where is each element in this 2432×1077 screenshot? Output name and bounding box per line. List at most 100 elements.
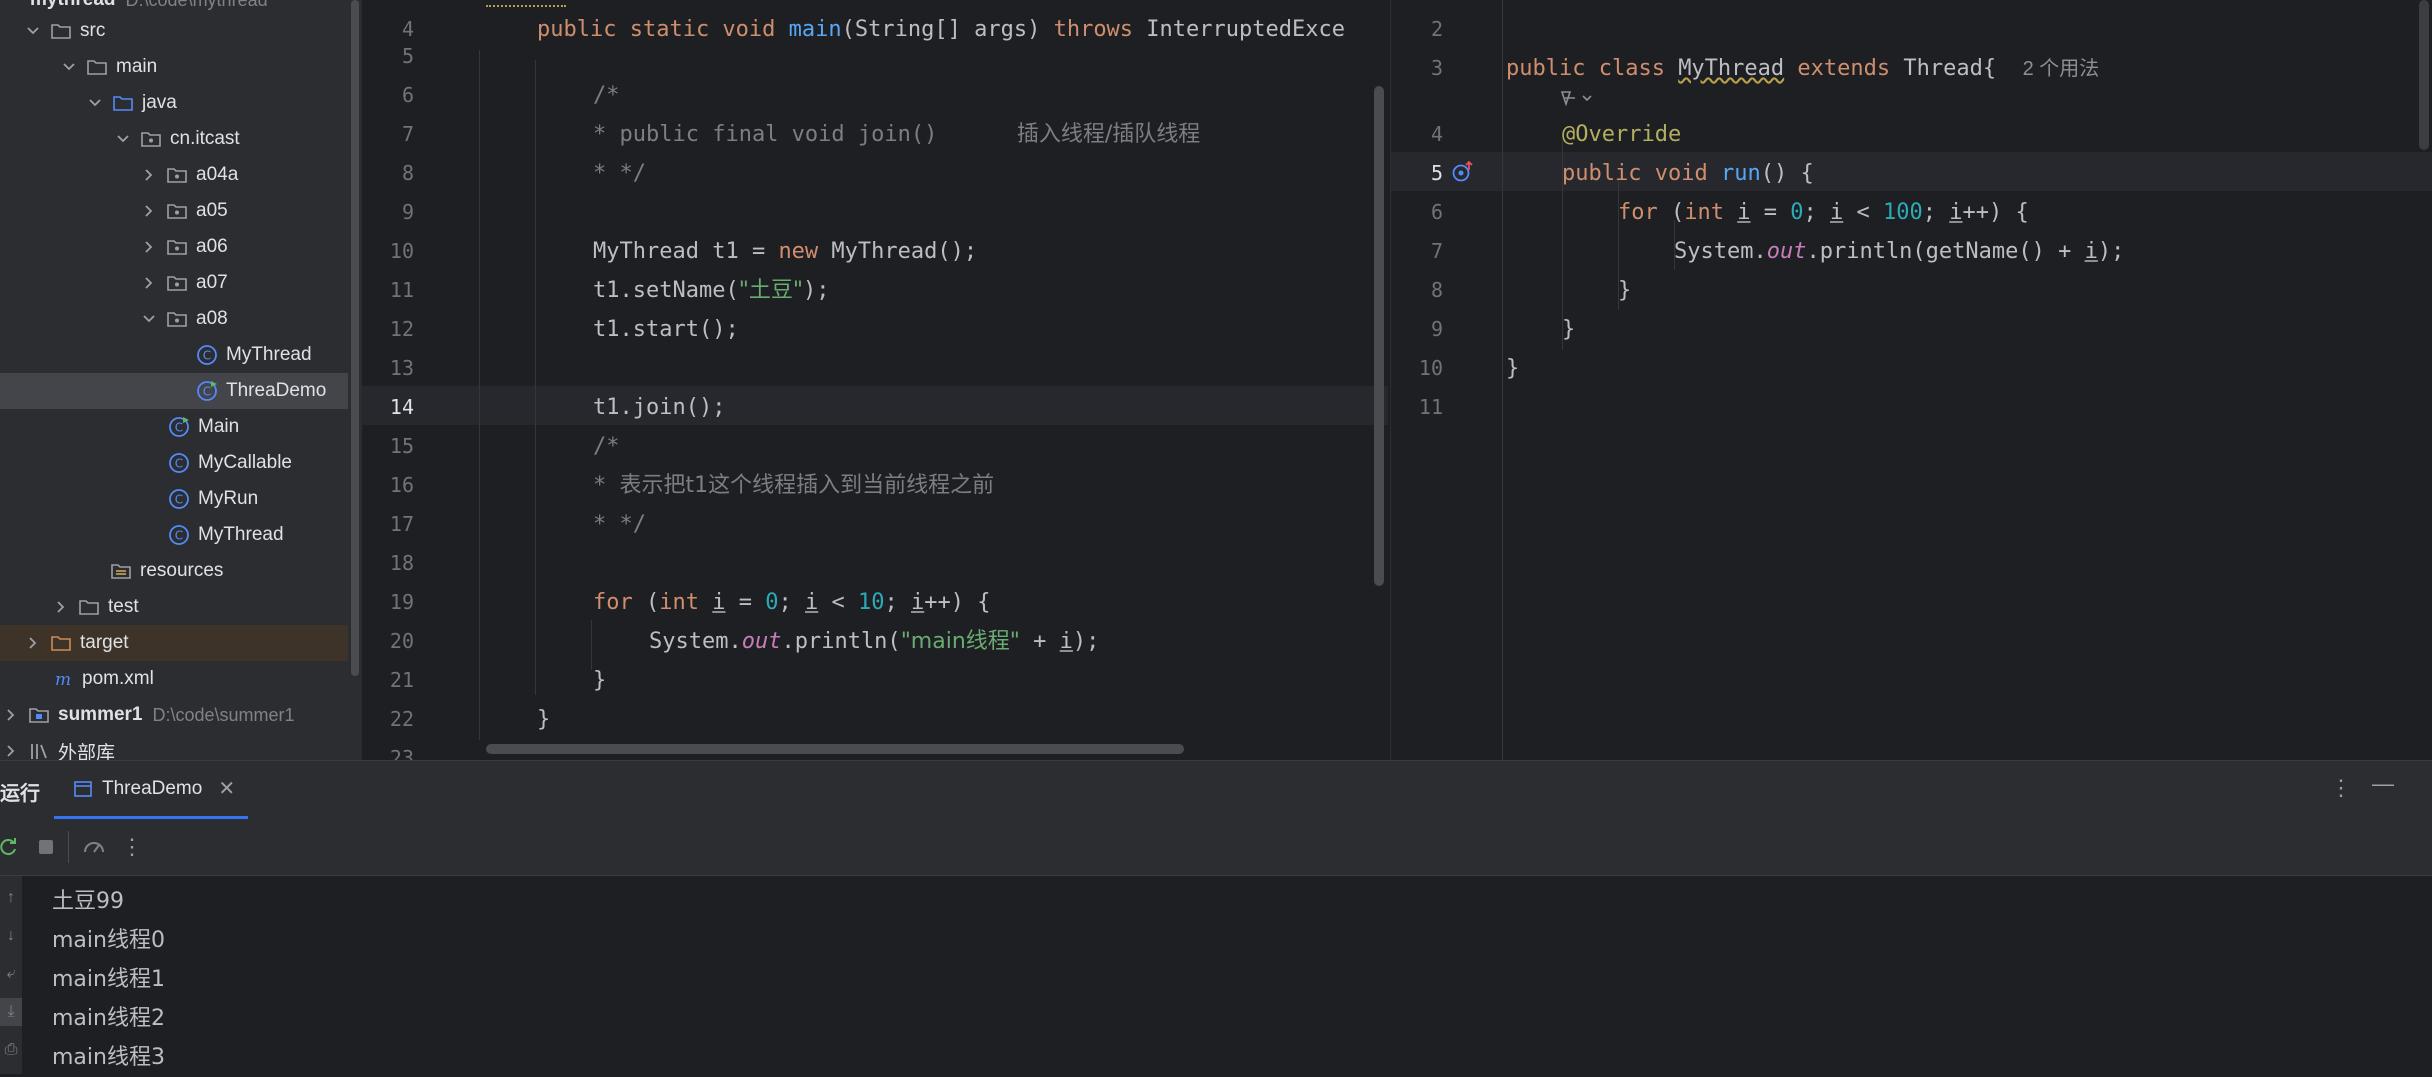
tree-item-label: pom.xml [82, 668, 154, 689]
arrow-up-icon[interactable]: ↑ [0, 884, 22, 912]
code-line-4[interactable]: public static void main(String[] args) t… [537, 10, 1345, 49]
code-line-9[interactable]: } [1562, 310, 1575, 349]
print-icon[interactable]: ⎙ [0, 1036, 22, 1064]
line-number: 12 [389, 317, 414, 341]
tree-item-main-class[interactable]: C Main [0, 409, 348, 445]
code-line-10[interactable]: MyThread t1 = new MyThread(); [593, 232, 977, 271]
tree-item-a07[interactable]: a07 [0, 265, 348, 301]
code-line-7[interactable]: System.out.println(getName() + i); [1674, 232, 2124, 271]
toolbar-separator [68, 831, 69, 863]
tree-item-external-libraries[interactable]: 外部库 [0, 733, 348, 760]
editor-vertical-scrollbar[interactable] [1374, 86, 1384, 586]
line-number: 3 [1430, 56, 1443, 80]
tree-item-src[interactable]: src [0, 13, 348, 49]
chevron-down-icon[interactable] [112, 128, 134, 150]
chevron-right-icon[interactable] [138, 164, 160, 186]
line-number: 6 [401, 83, 414, 107]
code-line-10[interactable]: } [1506, 349, 1519, 388]
svg-text:C: C [203, 349, 211, 363]
rerun-icon[interactable] [0, 833, 22, 861]
console-output-line: main线程0 [52, 928, 165, 953]
code-line-12[interactable]: t1.start(); [593, 310, 739, 349]
tree-item-label: cn.itcast [170, 128, 240, 149]
usages-hint: 2 个用法 [2022, 58, 2100, 80]
tree-item-label: test [108, 596, 139, 617]
chevron-down-icon[interactable] [22, 20, 44, 42]
code-line-20[interactable]: System.out.println("main线程" + i); [649, 622, 1099, 661]
code-line-5[interactable]: public void run() { [1562, 154, 1814, 193]
editor-horizontal-scrollbar[interactable] [486, 744, 1184, 754]
console-output-line: main线程2 [52, 1006, 165, 1031]
arrow-down-icon[interactable]: ↓ [0, 922, 22, 950]
line-number: 4 [1430, 122, 1443, 146]
scrollbar-thumb[interactable] [351, 0, 359, 676]
soft-wrap-icon[interactable]: ⤶ [0, 960, 22, 988]
tree-item-target[interactable]: target [0, 625, 348, 661]
run-tab-threademo[interactable]: ThreaDemo ✕ [54, 761, 248, 819]
tree-item-a08[interactable]: a08 [0, 301, 348, 337]
tree-scrollbar[interactable] [348, 0, 362, 760]
chevron-right-icon[interactable] [50, 596, 72, 618]
tree-item-a05[interactable]: a05 [0, 193, 348, 229]
code-line-14[interactable]: t1.join(); [593, 388, 725, 427]
tree-item-summer1[interactable]: summer1 D:\code\summer1 [0, 697, 348, 733]
chevron-down-icon[interactable] [84, 92, 106, 114]
chevron-right-icon[interactable] [0, 704, 22, 726]
override-gutter-icon[interactable] [1451, 160, 1475, 184]
code-line-19[interactable]: for (int i = 0; i < 10; i++) { [593, 583, 990, 622]
more-options-icon[interactable]: ⋮ [2330, 775, 2352, 801]
tree-item-main[interactable]: main [0, 49, 348, 85]
more-options-icon[interactable]: ⋮ [118, 833, 146, 861]
editor-threademo[interactable]: 4 5 6 7 8 9 10 11 12 13 14 15 16 17 18 1… [362, 0, 1388, 760]
code-line-15[interactable]: /* [593, 427, 620, 466]
tree-item-path: D:\code\summer1 [152, 704, 295, 725]
tree-item-test[interactable]: test [0, 589, 348, 625]
code-line-6[interactable]: for (int i = 0; i < 100; i++) { [1618, 193, 2029, 232]
code-line-3[interactable]: public class MyThread extends Thread{ 2 … [1506, 49, 2099, 88]
tree-item-label: a06 [196, 236, 228, 257]
code-line-11[interactable]: t1.setName("土豆"); [593, 271, 829, 310]
close-icon[interactable]: ✕ [218, 776, 235, 801]
tree-item-cn-itcast[interactable]: cn.itcast [0, 121, 348, 157]
code-line-4[interactable]: @Override [1562, 115, 1681, 154]
tree-item-a04a[interactable]: a04a [0, 157, 348, 193]
code-line-8[interactable]: } [1618, 271, 1631, 310]
tree-item-mythread-a08[interactable]: C MyThread [0, 337, 348, 373]
line-number: 10 [1418, 356, 1443, 380]
package-icon [166, 200, 188, 222]
chevron-right-icon[interactable] [138, 236, 160, 258]
scroll-to-end-icon[interactable]: ⤓ [0, 998, 22, 1026]
chevron-down-icon[interactable] [138, 308, 160, 330]
chevron-right-icon[interactable] [0, 740, 22, 760]
chevron-right-icon[interactable] [138, 272, 160, 294]
tree-item-label: MyThread [226, 344, 312, 365]
code-line-7[interactable]: * public final void join() 插入线程/插队线程 [593, 115, 1200, 154]
code-line-17[interactable]: * */ [593, 505, 646, 544]
chevron-right-icon[interactable] [22, 632, 44, 654]
minimize-icon[interactable]: — [2372, 771, 2394, 797]
tree-item-threademo[interactable]: C ThreaDemo [0, 373, 348, 409]
tree-item-myrun[interactable]: C MyRun [0, 481, 348, 517]
tree-item-mycallable[interactable]: C MyCallable [0, 445, 348, 481]
code-line-8[interactable]: * */ [593, 154, 646, 193]
tree-item-pom[interactable]: m pom.xml [0, 661, 348, 697]
code-line-6[interactable]: /* [593, 76, 620, 115]
ai-inlay-icon[interactable] [1559, 88, 1599, 108]
editor-vertical-scrollbar[interactable] [2419, 0, 2429, 150]
code-line-21[interactable]: } [593, 661, 606, 700]
chevron-right-icon[interactable] [138, 200, 160, 222]
tree-item-java[interactable]: java [0, 85, 348, 121]
tree-item-resources[interactable]: resources [0, 553, 348, 589]
chevron-down-icon[interactable] [58, 56, 80, 78]
tree-item-mythread[interactable]: C MyThread [0, 517, 348, 553]
warning-underline [486, 0, 566, 7]
line-number: 8 [1430, 278, 1443, 302]
tree-item-a06[interactable]: a06 [0, 229, 348, 265]
resources-folder-icon [110, 560, 132, 582]
indent-guide [591, 620, 592, 670]
performance-icon[interactable] [80, 833, 108, 861]
stop-icon[interactable] [32, 833, 60, 861]
editor-mythread[interactable]: 2 3 4 5 6 7 8 9 10 11 public class MyThr… [1390, 0, 2432, 760]
code-line-22[interactable]: } [537, 700, 550, 739]
code-line-16[interactable]: * 表示把t1这个线程插入到当前线程之前 [593, 466, 994, 505]
